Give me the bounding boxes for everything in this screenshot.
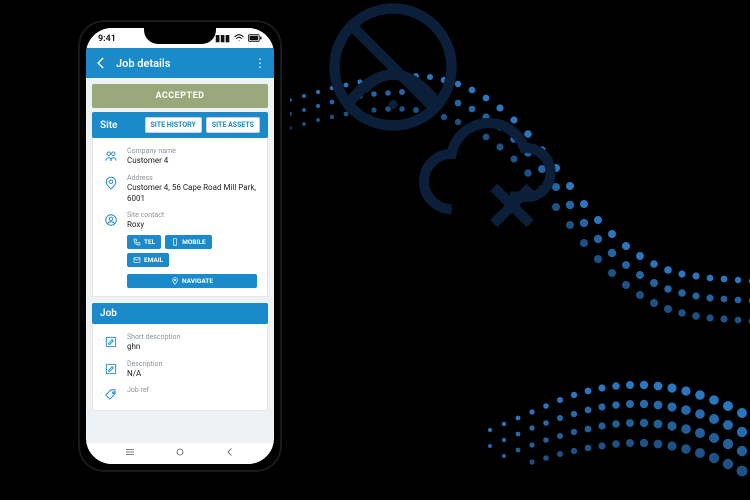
job-ref-label: Job ref bbox=[127, 386, 257, 394]
short-description-label: Short description bbox=[127, 333, 257, 341]
address-label: Address bbox=[127, 174, 257, 182]
phone-screen: 9:41 ▮▮▮ Job details ⋮ bbox=[86, 28, 274, 464]
description-row: Description N/A bbox=[93, 355, 267, 382]
app-bar: Job details ⋮ bbox=[86, 48, 274, 78]
navigate-label: NAVIGATE bbox=[182, 277, 213, 285]
status-time: 9:41 bbox=[98, 34, 116, 44]
email-button[interactable]: EMAIL bbox=[127, 253, 169, 267]
phone-frame: 9:41 ▮▮▮ Job details ⋮ bbox=[70, 12, 290, 480]
contact-icon bbox=[103, 211, 119, 231]
phone-notch bbox=[144, 28, 216, 44]
nav-recents[interactable] bbox=[124, 446, 136, 461]
job-ref-row: Job ref bbox=[93, 381, 267, 404]
company-icon bbox=[103, 147, 119, 167]
tel-button[interactable]: TEL bbox=[127, 235, 161, 249]
contact-value: Roxy bbox=[127, 220, 257, 230]
mobile-button[interactable]: MOBILE bbox=[165, 235, 211, 249]
tag-icon bbox=[103, 386, 119, 402]
job-section-header: Job bbox=[92, 303, 268, 324]
wifi-icon bbox=[234, 34, 244, 45]
overflow-menu-button[interactable]: ⋮ bbox=[254, 57, 266, 69]
battery-icon bbox=[248, 34, 262, 45]
site-history-button[interactable]: SITE HISTORY bbox=[145, 117, 202, 133]
back-button[interactable] bbox=[94, 56, 108, 70]
cloud-offline-icon bbox=[408, 110, 568, 250]
site-section-header: Site SITE HISTORY SITE ASSETS bbox=[92, 112, 268, 138]
site-card: Company name Customer 4 Address Customer… bbox=[92, 138, 268, 297]
contact-actions: TEL MOBILE EMAIL NAVIGATE bbox=[93, 233, 267, 290]
nav-home[interactable] bbox=[174, 446, 186, 461]
mobile-label: MOBILE bbox=[182, 238, 205, 246]
contact-row: Site contact Roxy bbox=[93, 206, 267, 233]
company-row: Company name Customer 4 bbox=[93, 142, 267, 169]
app-body[interactable]: ACCEPTED Site SITE HISTORY SITE ASSETS C… bbox=[86, 78, 274, 442]
status-icons: ▮▮▮ bbox=[215, 34, 262, 45]
android-nav-bar bbox=[86, 442, 274, 464]
navigate-button[interactable]: NAVIGATE bbox=[127, 274, 257, 288]
address-icon bbox=[103, 174, 119, 204]
edit-icon bbox=[103, 360, 119, 380]
description-value: N/A bbox=[127, 369, 257, 379]
nav-back[interactable] bbox=[224, 446, 236, 461]
job-status-banner: ACCEPTED bbox=[92, 84, 268, 108]
company-label: Company name bbox=[127, 147, 257, 155]
site-section-label: Site bbox=[100, 120, 141, 131]
job-card: Short description ghn Description N/A bbox=[92, 324, 268, 412]
signal-icon: ▮▮▮ bbox=[215, 35, 230, 44]
edit-icon bbox=[103, 333, 119, 353]
phone-mockup: 9:41 ▮▮▮ Job details ⋮ bbox=[70, 12, 290, 480]
description-label: Description bbox=[127, 360, 257, 368]
address-value: Customer 4, 56 Cape Road Mill Park, 6001 bbox=[127, 183, 257, 204]
site-assets-button[interactable]: SITE ASSETS bbox=[206, 117, 260, 133]
tel-label: TEL bbox=[144, 238, 155, 246]
email-label: EMAIL bbox=[144, 256, 163, 264]
contact-label: Site contact bbox=[127, 211, 257, 219]
short-description-value: ghn bbox=[127, 342, 257, 352]
address-row: Address Customer 4, 56 Cape Road Mill Pa… bbox=[93, 169, 267, 206]
company-value: Customer 4 bbox=[127, 156, 257, 166]
short-description-row: Short description ghn bbox=[93, 328, 267, 355]
job-section-label: Job bbox=[100, 308, 260, 319]
page-title: Job details bbox=[116, 57, 246, 70]
